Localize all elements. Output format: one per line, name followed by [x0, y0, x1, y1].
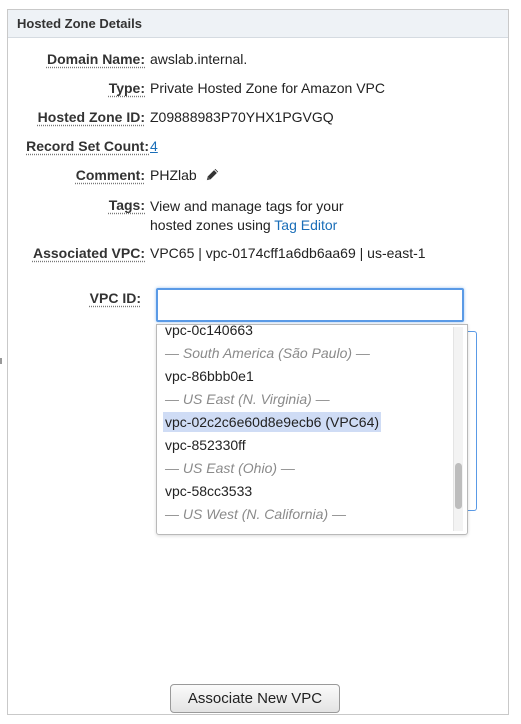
record-set-count-row: Record Set Count: 4 [0, 138, 480, 158]
type-row: Type: Private Hosted Zone for Amazon VPC [0, 80, 480, 100]
tags-description: View and manage tags for your hosted zon… [150, 197, 344, 235]
dropdown-scrollbar-thumb[interactable] [455, 463, 462, 509]
vpc-id-label: VPC ID: [89, 290, 141, 306]
associated-vpc-label: Associated VPC: [32, 245, 145, 261]
associated-vpc-value: VPC65 | vpc-0174cff1a6db6aa69 | us-east-… [150, 245, 426, 261]
dropdown-option[interactable]: vpc-58cc3533 [163, 481, 254, 501]
tags-text-line1: View and manage tags for your [150, 198, 344, 214]
associated-vpc-row: Associated VPC: VPC65 | vpc-0174cff1a6db… [0, 245, 480, 265]
type-label: Type: [108, 80, 145, 96]
panel-title: Hosted Zone Details [8, 10, 508, 38]
vpc-id-row: VPC ID: [0, 290, 145, 310]
dropdown-option[interactable]: vpc-0c140663 [163, 325, 255, 340]
tags-label: Tags: [108, 197, 145, 213]
comment-value: PHZlab [150, 167, 197, 183]
vpc-dropdown-list[interactable]: vpc-0c140663 — South America (São Paulo) … [156, 324, 468, 535]
domain-name-row: Domain Name: awslab.internal. [0, 51, 480, 71]
dropdown-group-header: — US West (N. California) — [165, 506, 346, 522]
comment-value-group: PHZlab [150, 167, 220, 185]
dropdown-scrollbar[interactable] [453, 327, 463, 531]
comment-label: Comment: [75, 167, 145, 183]
domain-name-value: awslab.internal. [150, 51, 248, 67]
tags-text-prefix: hosted zones using [150, 217, 271, 233]
pencil-icon[interactable] [205, 167, 220, 185]
hosted-zone-id-value: Z09888983P70YHX1PGVGQ [150, 109, 334, 125]
dropdown-option[interactable]: vpc-86bbb0e1 [163, 366, 256, 386]
dropdown-group-header: — South America (São Paulo) — [165, 345, 370, 361]
domain-name-label: Domain Name: [46, 51, 145, 67]
dropdown-group-header: — US East (Ohio) — [165, 460, 295, 476]
record-set-count-label: Record Set Count: [26, 138, 149, 154]
vpc-id-input[interactable] [156, 288, 464, 322]
type-value: Private Hosted Zone for Amazon VPC [150, 80, 385, 96]
dropdown-option[interactable]: vpc-02c2c6e60d8e9ecb6 (VPC64) [163, 412, 382, 432]
tags-text-line2: hosted zones using Tag Editor [150, 216, 344, 235]
hosted-zone-id-row: Hosted Zone ID: Z09888983P70YHX1PGVGQ [0, 109, 480, 129]
hosted-zone-id-label: Hosted Zone ID: [37, 109, 145, 125]
comment-row: Comment: PHZlab [0, 167, 480, 187]
dropdown-option[interactable]: vpc-852330ff [163, 435, 248, 455]
tag-editor-link[interactable]: Tag Editor [274, 217, 337, 233]
dropdown-group-header: — US East (N. Virginia) — [165, 391, 330, 407]
left-edge-marker [0, 358, 2, 364]
tags-row: Tags: View and manage tags for your host… [0, 197, 480, 237]
associate-new-vpc-button[interactable]: Associate New VPC [170, 684, 340, 713]
record-set-count-link[interactable]: 4 [150, 138, 158, 154]
